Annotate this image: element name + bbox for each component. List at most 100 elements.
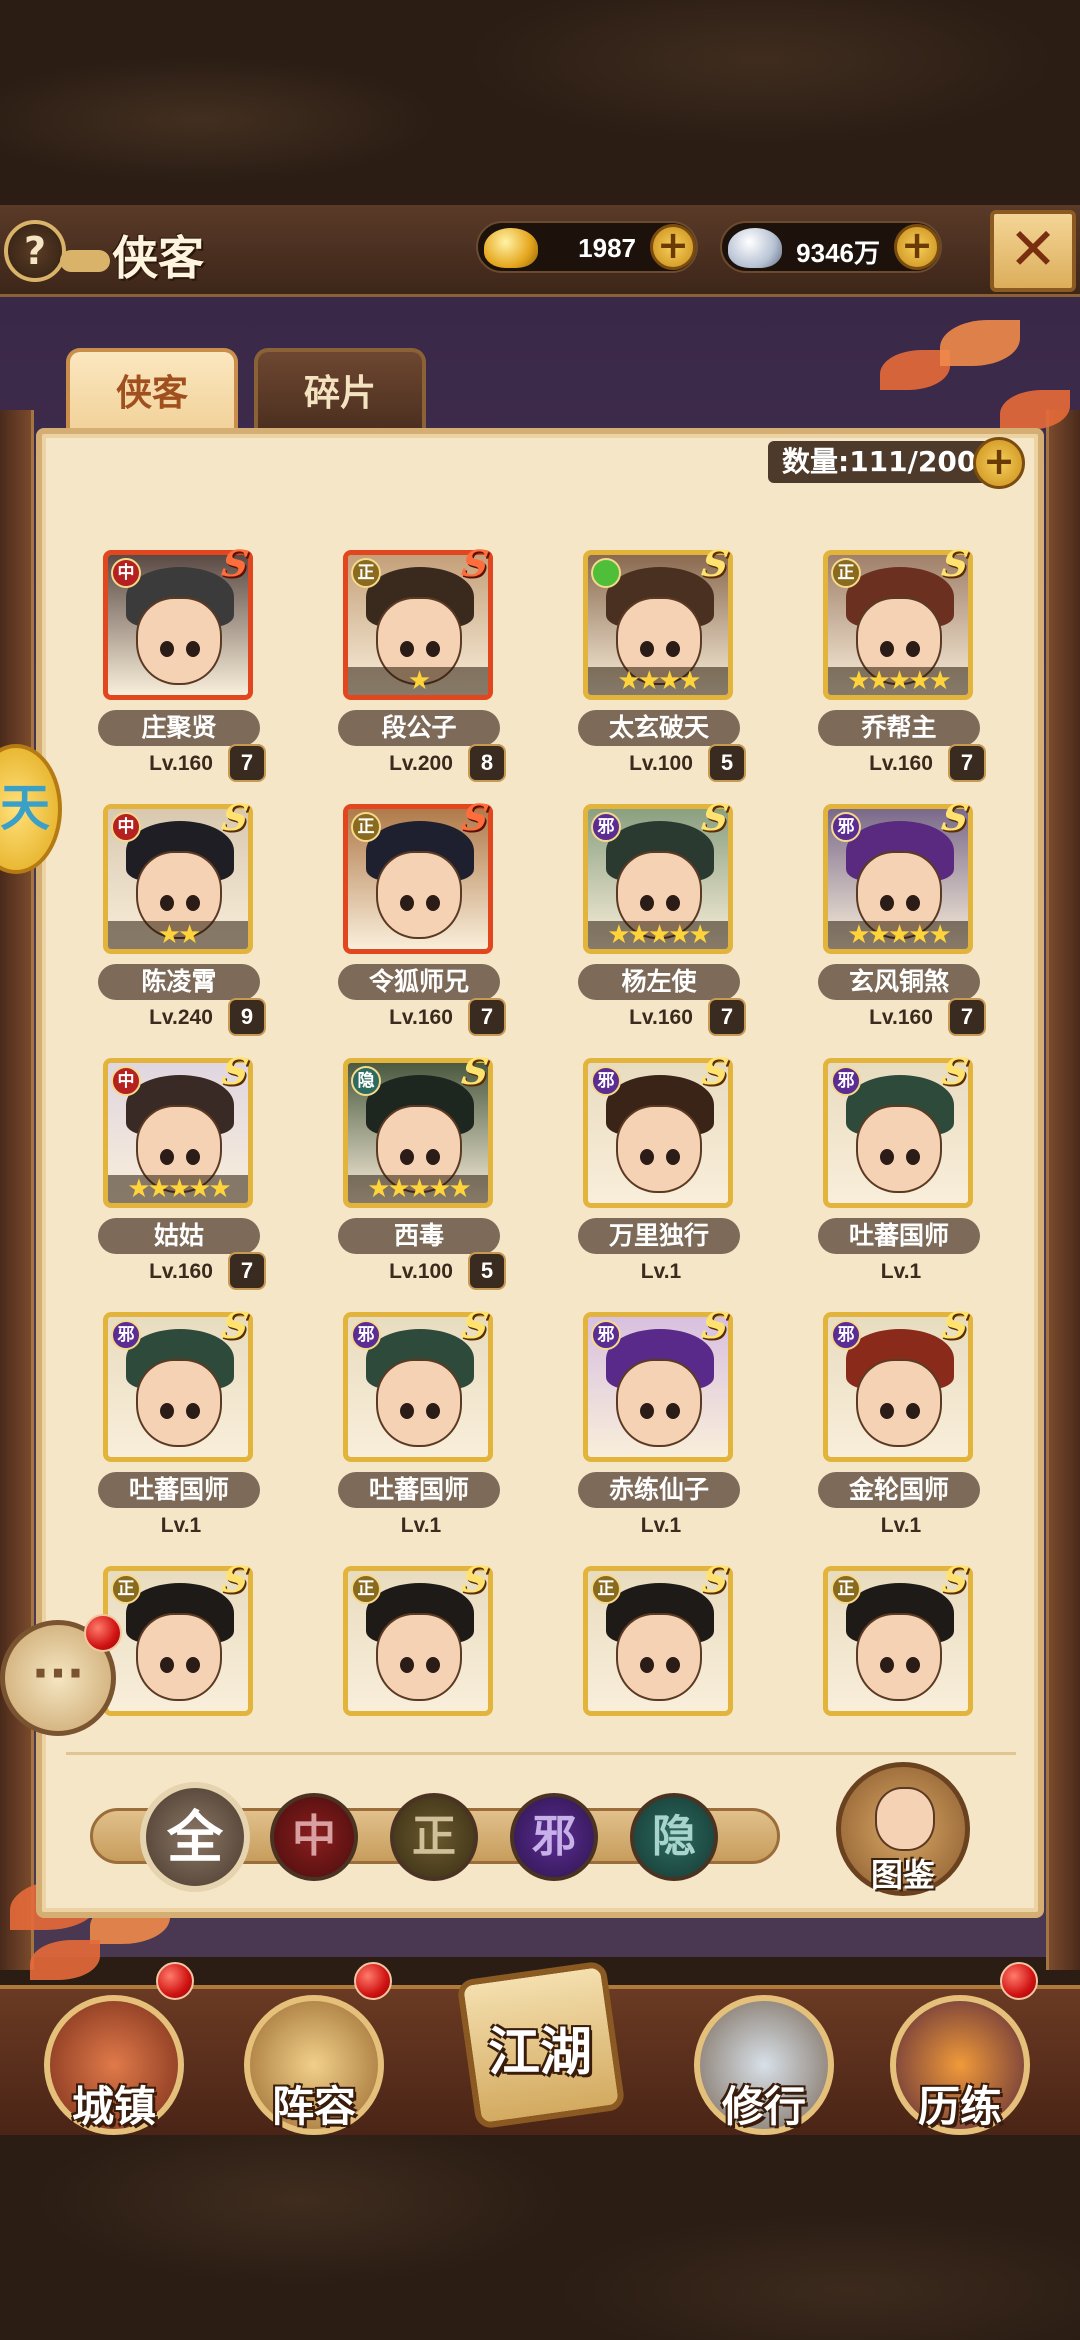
hero-name: 杨左使 <box>578 964 740 1000</box>
grade-badge: S <box>699 543 732 585</box>
filter-xie-button[interactable]: 邪 <box>510 1793 598 1881</box>
grade-badge: S <box>699 1305 732 1347</box>
gold-ingot-icon <box>484 228 538 268</box>
nav-train[interactable]: 历练 <box>890 1995 1030 2135</box>
hero-card[interactable]: ★★★★★ 正 S 乔帮主 Lv.160 7 <box>782 543 1022 798</box>
faction-badge: 中 <box>111 1066 141 1096</box>
hero-card[interactable]: ★★★★★ 中 S 姑姑 Lv.160 7 <box>62 1051 302 1306</box>
hero-card[interactable]: ★★ 中 S 陈凌霄 Lv.240 9 <box>62 797 302 1052</box>
notification-dot <box>156 1962 194 2000</box>
hero-level: Lv.1 <box>160 1514 202 1537</box>
hero-name: 玄风铜煞 <box>818 964 980 1000</box>
rank-badge: 8 <box>468 744 506 782</box>
hero-grid: 中 S 庄聚贤 Lv.160 7 ★ 正 S 段公子 Lv.200 8 ★★★★… <box>62 543 1022 1814</box>
filter-all-button[interactable]: 全 <box>140 1782 250 1892</box>
grade-badge: S <box>699 1051 732 1093</box>
eye <box>186 641 200 657</box>
eye <box>186 1657 200 1673</box>
hero-face <box>136 1613 222 1701</box>
nav-town[interactable]: 城镇 <box>44 1995 184 2135</box>
add-gold-button[interactable]: + <box>650 224 696 270</box>
eye <box>426 1657 440 1673</box>
faction-badge: 中 <box>111 812 141 842</box>
scroll-roller-left <box>0 410 34 1970</box>
eye <box>186 895 200 911</box>
hero-name: 乔帮主 <box>818 710 980 746</box>
hero-face <box>616 1613 702 1701</box>
faction-badge: 正 <box>591 1574 621 1604</box>
eye <box>640 641 654 657</box>
expand-capacity-button[interactable]: + <box>973 437 1025 489</box>
filter-yin-button[interactable]: 隐 <box>630 1793 718 1881</box>
hero-card[interactable]: 邪 S 金轮国师 Lv.1 <box>782 1305 1022 1560</box>
hero-face <box>376 851 462 939</box>
eye <box>400 1403 414 1419</box>
nav-jianghu[interactable]: 江湖 <box>448 1960 632 2140</box>
hero-card[interactable]: 邪 S 吐蕃国师 Lv.1 <box>302 1305 542 1560</box>
eye <box>880 1149 894 1165</box>
gold-resource: 1987 + <box>476 221 698 273</box>
grade-badge: S <box>939 1305 972 1347</box>
hero-name: 西毒 <box>338 1218 500 1254</box>
hero-name: 赤练仙子 <box>578 1472 740 1508</box>
eye <box>666 1403 680 1419</box>
eye <box>640 1149 654 1165</box>
nav-cultivate[interactable]: 修行 <box>694 1995 834 2135</box>
hero-card[interactable]: 正 S <box>542 1559 782 1814</box>
rank-badge: 7 <box>468 998 506 1036</box>
rank-badge: 7 <box>948 744 986 782</box>
hero-face <box>856 1359 942 1447</box>
hero-name: 令狐师兄 <box>338 964 500 1000</box>
hero-card[interactable]: 邪 S 吐蕃国师 Lv.1 <box>782 1051 1022 1306</box>
hero-card[interactable]: ★★★★★ 邪 S 玄风铜煞 Lv.160 7 <box>782 797 1022 1052</box>
grade-badge: S <box>459 1305 492 1347</box>
notification-dot <box>84 1614 122 1652</box>
filter-zhong-button[interactable]: 中 <box>270 1793 358 1881</box>
hero-card[interactable]: 中 S 庄聚贤 Lv.160 7 <box>62 543 302 798</box>
hero-face <box>376 1613 462 1701</box>
eye <box>426 1403 440 1419</box>
hero-card[interactable]: ★ 正 S 段公子 Lv.200 8 <box>302 543 542 798</box>
nav-cultivate-label: 修行 <box>721 2082 806 2131</box>
grade-badge: S <box>219 1559 252 1601</box>
rank-badge: 5 <box>468 1252 506 1290</box>
silver-ingot-icon <box>728 228 782 268</box>
grade-badge: S <box>219 1305 252 1347</box>
nav-lineup[interactable]: 阵容 <box>244 1995 384 2135</box>
add-silver-button[interactable]: + <box>894 224 940 270</box>
hero-card[interactable]: 正 S 令狐师兄 Lv.160 7 <box>302 797 542 1052</box>
hero-face <box>136 597 222 685</box>
eye <box>160 1149 174 1165</box>
eye <box>666 641 680 657</box>
eye <box>400 1657 414 1673</box>
eye <box>640 1657 654 1673</box>
hero-card[interactable]: ★★★★★ 邪 S 杨左使 Lv.160 7 <box>542 797 782 1052</box>
faction-badge: 邪 <box>591 1066 621 1096</box>
eye <box>906 1657 920 1673</box>
hero-name: 万里独行 <box>578 1218 740 1254</box>
faction-badge: 正 <box>351 558 381 588</box>
eye <box>186 1149 200 1165</box>
star-rating: ★★★★★ <box>588 921 728 949</box>
hero-name: 金轮国师 <box>818 1472 980 1508</box>
hero-card[interactable]: ★★★★ S 太玄破天 Lv.100 5 <box>542 543 782 798</box>
filter-zheng-button[interactable]: 正 <box>390 1793 478 1881</box>
hero-card[interactable]: ★★★★★ 隐 S 西毒 Lv.100 5 <box>302 1051 542 1306</box>
close-icon[interactable]: ✕ <box>990 210 1076 292</box>
star-rating: ★★★★★ <box>828 921 968 949</box>
hero-face <box>856 1613 942 1701</box>
hero-card[interactable]: 正 S <box>302 1559 542 1814</box>
grade-badge: S <box>459 1051 492 1093</box>
grade-badge: S <box>939 1051 972 1093</box>
eye <box>906 641 920 657</box>
eye <box>666 1149 680 1165</box>
rank-badge: 7 <box>228 744 266 782</box>
help-icon[interactable]: ? <box>4 220 66 282</box>
star-rating: ★★ <box>108 921 248 949</box>
tab-fragments[interactable]: 碎片 <box>254 348 426 430</box>
hero-card[interactable]: 邪 S 万里独行 Lv.1 <box>542 1051 782 1306</box>
hero-card[interactable]: 邪 S 吐蕃国师 Lv.1 <box>62 1305 302 1560</box>
nav-town-label: 城镇 <box>71 2082 156 2131</box>
tab-heroes[interactable]: 侠客 <box>66 348 238 430</box>
hero-card[interactable]: 邪 S 赤练仙子 Lv.1 <box>542 1305 782 1560</box>
